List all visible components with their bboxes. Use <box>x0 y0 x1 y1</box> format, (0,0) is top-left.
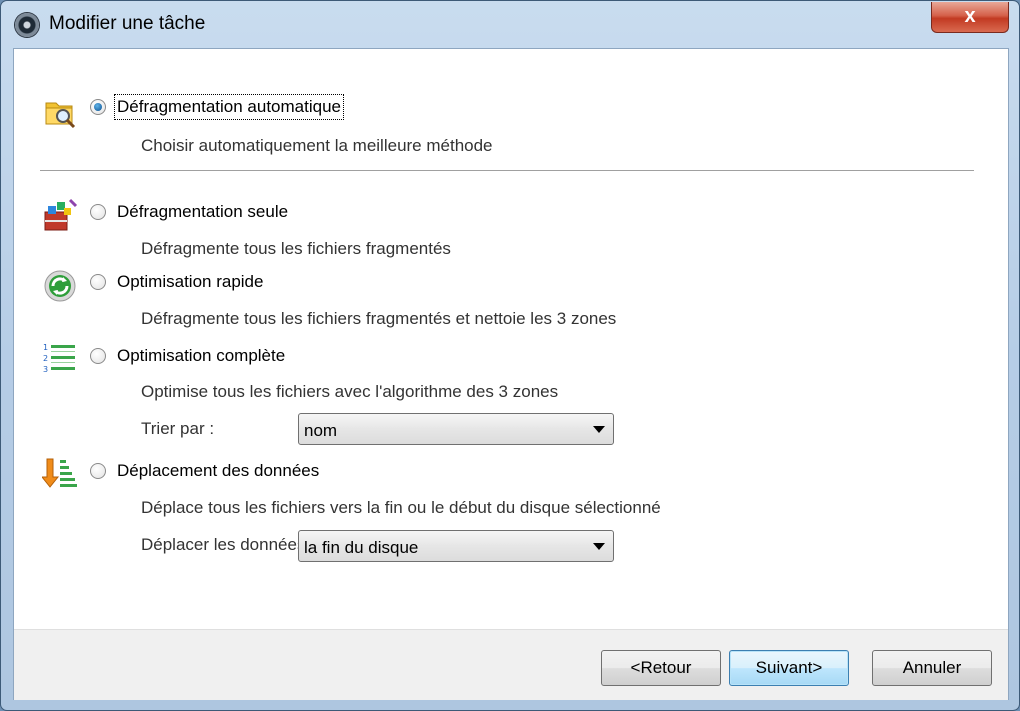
dialog-content: Défragmentation automatique Choisir auto… <box>13 48 1009 700</box>
radio-defrag-only[interactable] <box>90 204 106 220</box>
title-bar[interactable]: Modifier une tâche x <box>1 1 1019 47</box>
svg-text:3: 3 <box>43 365 48 374</box>
option-defrag-only-label[interactable]: Défragmentation seule <box>117 202 288 222</box>
option-auto-description: Choisir automatiquement la meilleure mét… <box>141 136 493 155</box>
back-button[interactable]: <Retour <box>601 650 721 686</box>
sort-by-select[interactable]: nom <box>298 413 614 445</box>
defrag-blocks-icon <box>44 198 78 231</box>
option-defrag-only-description: Défragmente tous les fichiers fragmentés <box>141 239 451 258</box>
numbered-list-icon: 1 2 3 <box>43 343 75 374</box>
option-data-move-label[interactable]: Déplacement des données <box>117 461 319 481</box>
option-data-move-description: Déplace tous les fichiers vers la fin ou… <box>141 498 661 517</box>
chevron-down-icon <box>593 543 605 550</box>
folder-search-icon <box>45 102 76 129</box>
next-button[interactable]: Suivant> <box>729 650 849 686</box>
close-button[interactable]: x <box>931 2 1009 33</box>
option-quick-optimization-label[interactable]: Optimisation rapide <box>117 272 263 292</box>
dialog-window: Modifier une tâche x Défragmentation aut… <box>0 0 1020 711</box>
option-complete-optimization-description: Optimise tous les fichiers avec l'algori… <box>141 382 559 401</box>
sort-by-value: nom <box>304 421 338 440</box>
move-data-label: Déplacer les données <box>141 535 298 554</box>
option-auto-label[interactable]: Défragmentation automatique <box>114 94 344 120</box>
window-title: Modifier une tâche <box>49 13 206 34</box>
separator <box>40 170 974 171</box>
svg-text:2: 2 <box>43 354 48 363</box>
option-complete-optimization-label[interactable]: Optimisation complète <box>117 346 285 366</box>
refresh-icon <box>44 270 76 302</box>
sort-down-icon <box>42 458 77 488</box>
move-data-value: la fin du disque <box>304 538 419 557</box>
radio-quick-optimization[interactable] <box>90 274 106 290</box>
sort-by-label: Trier par : <box>141 419 215 438</box>
cancel-button[interactable]: Annuler <box>872 650 992 686</box>
radio-complete-optimization[interactable] <box>90 348 106 364</box>
svg-text:1: 1 <box>43 343 48 352</box>
move-data-select[interactable]: la fin du disque <box>298 530 614 562</box>
button-bar: <Retour Suivant> Annuler <box>14 629 1008 700</box>
app-disk-icon <box>15 13 39 37</box>
radio-data-move[interactable] <box>90 463 106 479</box>
chevron-down-icon <box>593 426 605 433</box>
radio-auto[interactable] <box>90 99 106 115</box>
option-quick-optimization-description: Défragmente tous les fichiers fragmentés… <box>141 309 617 328</box>
